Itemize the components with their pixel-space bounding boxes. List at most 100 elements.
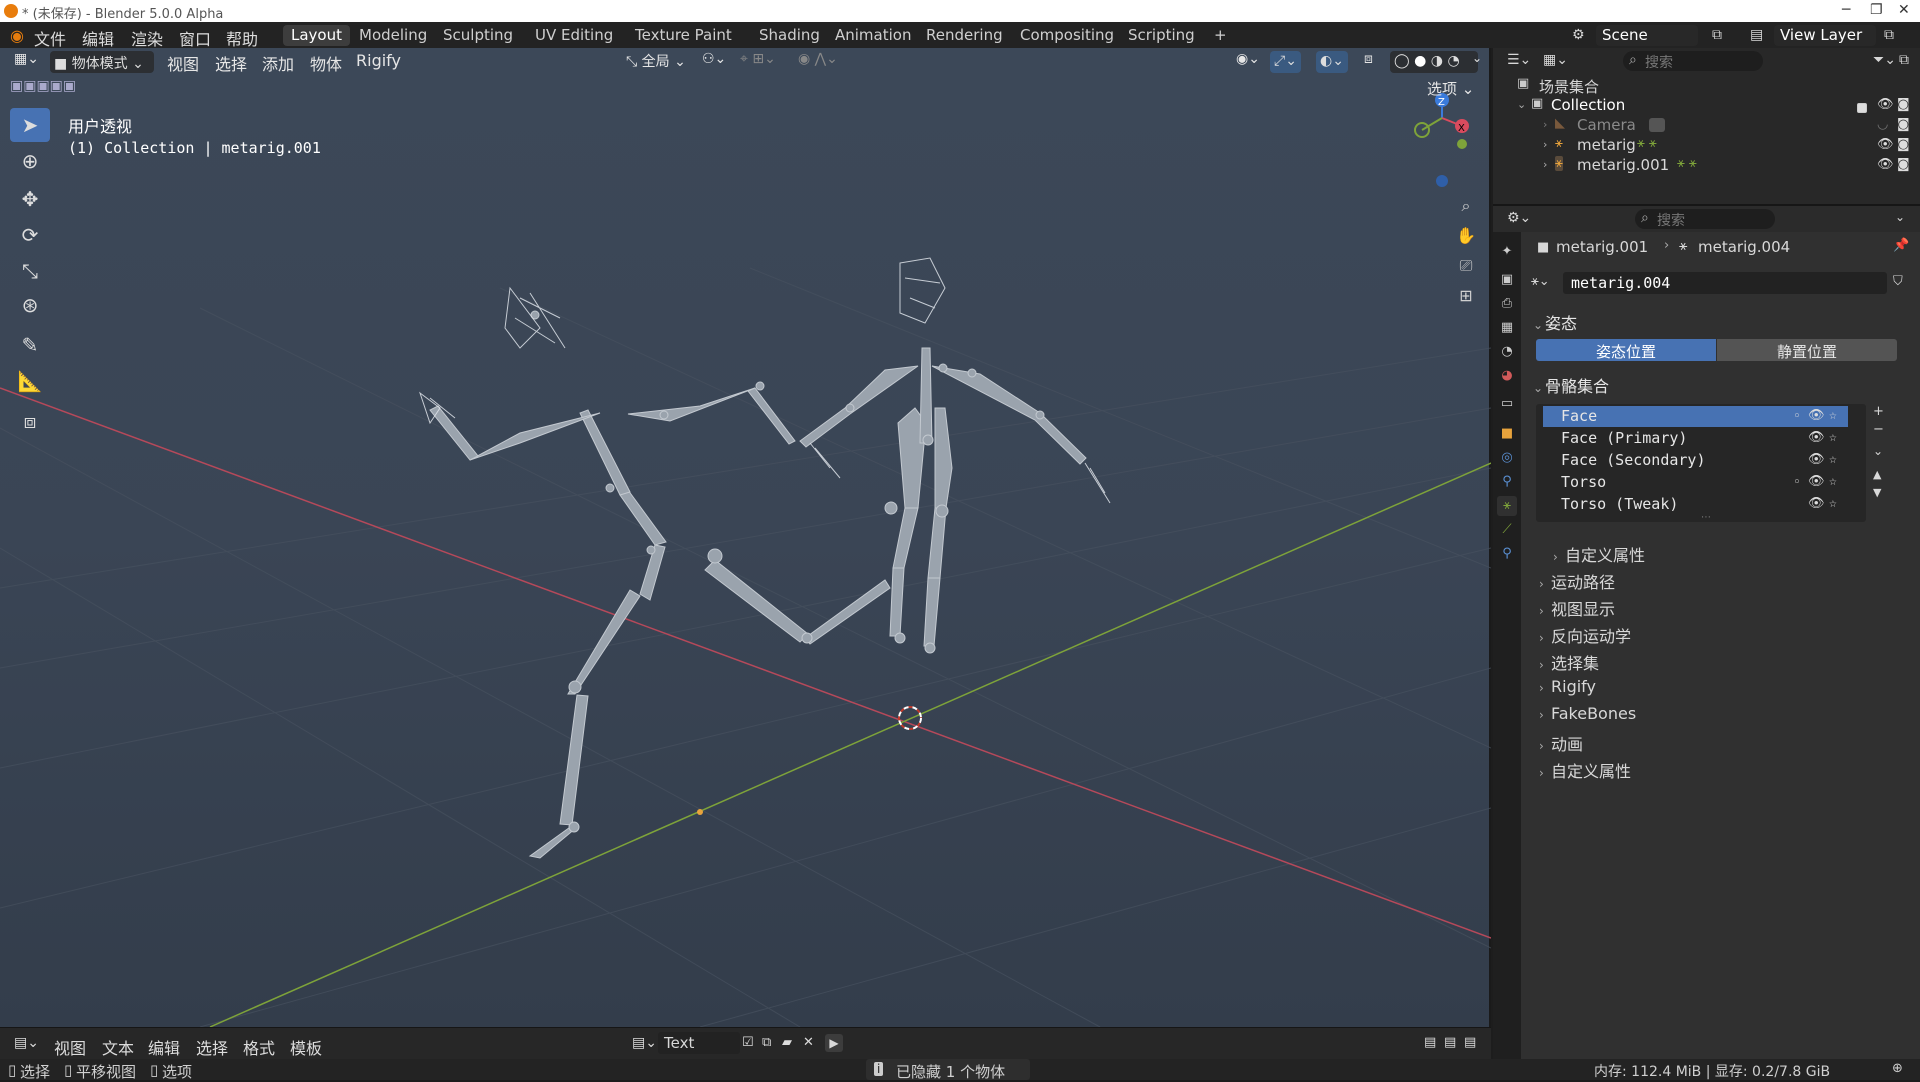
display-mode-icon[interactable]: ▦⌄: [1543, 52, 1568, 68]
collection-checkbox[interactable]: [1857, 99, 1867, 117]
expand-chevron-icon[interactable]: ›: [1543, 138, 1547, 151]
bone-collection-row-face-secondary[interactable]: Face (Secondary) 👁 ☆: [1543, 450, 1848, 471]
scale-tool[interactable]: ⤡: [10, 254, 50, 288]
vp-menu-add[interactable]: 添加: [262, 51, 294, 75]
eye-icon[interactable]: 👁: [1808, 452, 1825, 467]
te-menu-templates[interactable]: 模板: [290, 1035, 322, 1059]
tool-tab-icon[interactable]: ✦: [1497, 242, 1517, 262]
camera-render-icon[interactable]: ◙: [1897, 157, 1910, 172]
te-menu-select[interactable]: 选择: [196, 1035, 228, 1059]
section-viewport-display[interactable]: › 视图显示: [1539, 596, 1615, 620]
camera-render-icon[interactable]: ◙: [1897, 137, 1910, 152]
move-tool[interactable]: ✥: [10, 182, 50, 216]
move-down-icon[interactable]: ▼: [1873, 486, 1881, 499]
object-tab-icon[interactable]: ■: [1497, 424, 1517, 444]
eye-hidden-icon[interactable]: ◡: [1877, 117, 1888, 132]
section-custom-properties[interactable]: › 自定义属性: [1539, 758, 1631, 782]
menu-file[interactable]: 文件: [34, 26, 66, 50]
cursor-tool[interactable]: ⊕: [10, 144, 50, 178]
outliner-row-metarig-001[interactable]: › ⚹ metarig.001 ⚹ ⚹ 👁 ◙: [1493, 156, 1920, 176]
camera-view-icon[interactable]: ⎚: [1452, 252, 1480, 280]
camera-render-icon[interactable]: ◙: [1897, 117, 1910, 132]
world-tab-icon[interactable]: ◕: [1497, 366, 1517, 386]
bone-collection-row-torso[interactable]: Torso ◦ 👁 ☆: [1543, 472, 1848, 493]
camera-render-icon[interactable]: ◙: [1897, 97, 1910, 112]
selection-mode-icons[interactable]: ▣▣▣▣▣: [10, 78, 106, 96]
eye-icon[interactable]: 👁: [1808, 408, 1825, 423]
proportional-edit-icon[interactable]: ◉ ⋀⌄: [798, 51, 838, 67]
text-editor-type-icon[interactable]: ▤⌄: [14, 1035, 39, 1051]
select-box-tool[interactable]: ➤: [10, 108, 50, 142]
scene-tab-icon[interactable]: ◔: [1497, 342, 1517, 362]
eye-icon[interactable]: 👁: [1808, 474, 1825, 489]
constraint-tab-icon[interactable]: ⚲: [1497, 472, 1517, 492]
shading-dropdown-icon[interactable]: ⌄: [1472, 51, 1482, 65]
rotate-tool[interactable]: ⟳: [10, 218, 50, 252]
outliner-editor-icon[interactable]: ☰⌄: [1507, 52, 1531, 68]
menu-help[interactable]: 帮助: [226, 26, 258, 50]
tab-rendering[interactable]: Rendering: [918, 25, 1011, 46]
properties-search[interactable]: ⌕ 搜索: [1635, 209, 1775, 229]
word-wrap-icon[interactable]: ▤: [1444, 1035, 1456, 1050]
tab-animation[interactable]: Animation: [827, 25, 919, 46]
minimize-icon[interactable]: ─: [1842, 2, 1850, 18]
syntax-highlight-icon[interactable]: ▤: [1464, 1035, 1476, 1050]
menu-edit[interactable]: 编辑: [82, 26, 114, 50]
wireframe-icon[interactable]: ◯: [1394, 53, 1410, 69]
transform-orientation-dropdown[interactable]: ⤡ 全局 ⌄: [626, 51, 686, 71]
visibility-icon[interactable]: ◉⌄: [1236, 51, 1260, 67]
annotate-tool[interactable]: ✎: [10, 328, 50, 362]
eye-icon[interactable]: 👁: [1877, 97, 1894, 112]
section-fakebones[interactable]: › FakeBones: [1539, 704, 1636, 723]
3d-viewport[interactable]: Z X: [0, 48, 1491, 1027]
move-up-icon[interactable]: ▲: [1873, 468, 1881, 481]
outliner-row-camera[interactable]: › ◣ Camera ◡ ◙: [1493, 116, 1920, 136]
bone-collection-row-face[interactable]: Face ◦ 👁 ☆: [1543, 406, 1848, 427]
add-cube-tool[interactable]: ⧈: [10, 404, 50, 438]
tab-modeling[interactable]: Modeling: [351, 25, 435, 46]
line-numbers-icon[interactable]: ▤: [1424, 1035, 1436, 1050]
eye-icon[interactable]: 👁: [1808, 430, 1825, 445]
outliner-row-metarig[interactable]: › ⚹ metarig ⚹ ⚹ 👁 ◙: [1493, 136, 1920, 156]
armature-name-field[interactable]: metarig.004: [1563, 272, 1887, 294]
collection-tab-icon[interactable]: ▭: [1497, 394, 1517, 414]
text-datablock-icon[interactable]: ▤⌄: [632, 1035, 657, 1051]
star-icon[interactable]: ☆: [1829, 474, 1837, 489]
vp-menu-view[interactable]: 视图: [167, 51, 199, 75]
eye-icon[interactable]: 👁: [1877, 137, 1894, 152]
section-rigify[interactable]: › Rigify: [1539, 677, 1596, 696]
fake-user-icon[interactable]: ☑: [742, 1035, 754, 1050]
eye-icon[interactable]: 👁: [1808, 496, 1825, 511]
te-menu-edit[interactable]: 编辑: [148, 1035, 180, 1059]
transform-tool[interactable]: ⊛: [10, 288, 50, 322]
te-menu-format[interactable]: 格式: [243, 1035, 275, 1059]
view-layer-tab-icon[interactable]: ▦: [1497, 318, 1517, 338]
tab-scripting[interactable]: Scripting: [1120, 25, 1203, 46]
vp-menu-rigify[interactable]: Rigify: [356, 51, 401, 70]
navigation-gizmo[interactable]: Z X: [1414, 93, 1469, 187]
vp-menu-object[interactable]: 物体: [310, 51, 342, 75]
new-scene-icon[interactable]: ⧉: [1712, 27, 1722, 43]
pan-hand-icon[interactable]: ✋: [1452, 222, 1480, 250]
material-icon[interactable]: ◑: [1431, 53, 1443, 69]
vp-menu-select[interactable]: 选择: [215, 51, 247, 75]
modifier-tab-icon[interactable]: ◎: [1497, 448, 1517, 468]
section-motion-paths[interactable]: › 运动路径: [1539, 569, 1615, 593]
expand-chevron-icon[interactable]: ›: [1543, 118, 1547, 131]
armature-tab-icon[interactable]: ⚹: [1497, 496, 1517, 516]
bone-collection-row-face-primary[interactable]: Face (Primary) 👁 ☆: [1543, 428, 1848, 449]
star-icon[interactable]: ☆: [1829, 496, 1837, 511]
tab-uv-editing[interactable]: UV Editing: [527, 25, 621, 46]
tab-compositing[interactable]: Compositing: [1012, 25, 1122, 46]
open-folder-icon[interactable]: ▰: [782, 1035, 792, 1050]
options-dropdown[interactable]: 选项 ⌄: [1427, 78, 1474, 99]
properties-options-icon[interactable]: ⌄: [1895, 210, 1905, 224]
properties-editor-icon[interactable]: ⚙⌄: [1507, 210, 1531, 226]
rest-position-button[interactable]: 静置位置: [1717, 339, 1897, 361]
new-view-layer-icon[interactable]: ⧉: [1884, 27, 1894, 43]
measure-tool[interactable]: 📐: [10, 364, 50, 398]
run-script-icon[interactable]: ▶: [825, 1034, 843, 1052]
fake-user-shield-icon[interactable]: ⛉: [1893, 274, 1903, 289]
star-icon[interactable]: ☆: [1829, 452, 1837, 467]
collapse-chevron-icon[interactable]: ⌄: [1517, 98, 1526, 111]
